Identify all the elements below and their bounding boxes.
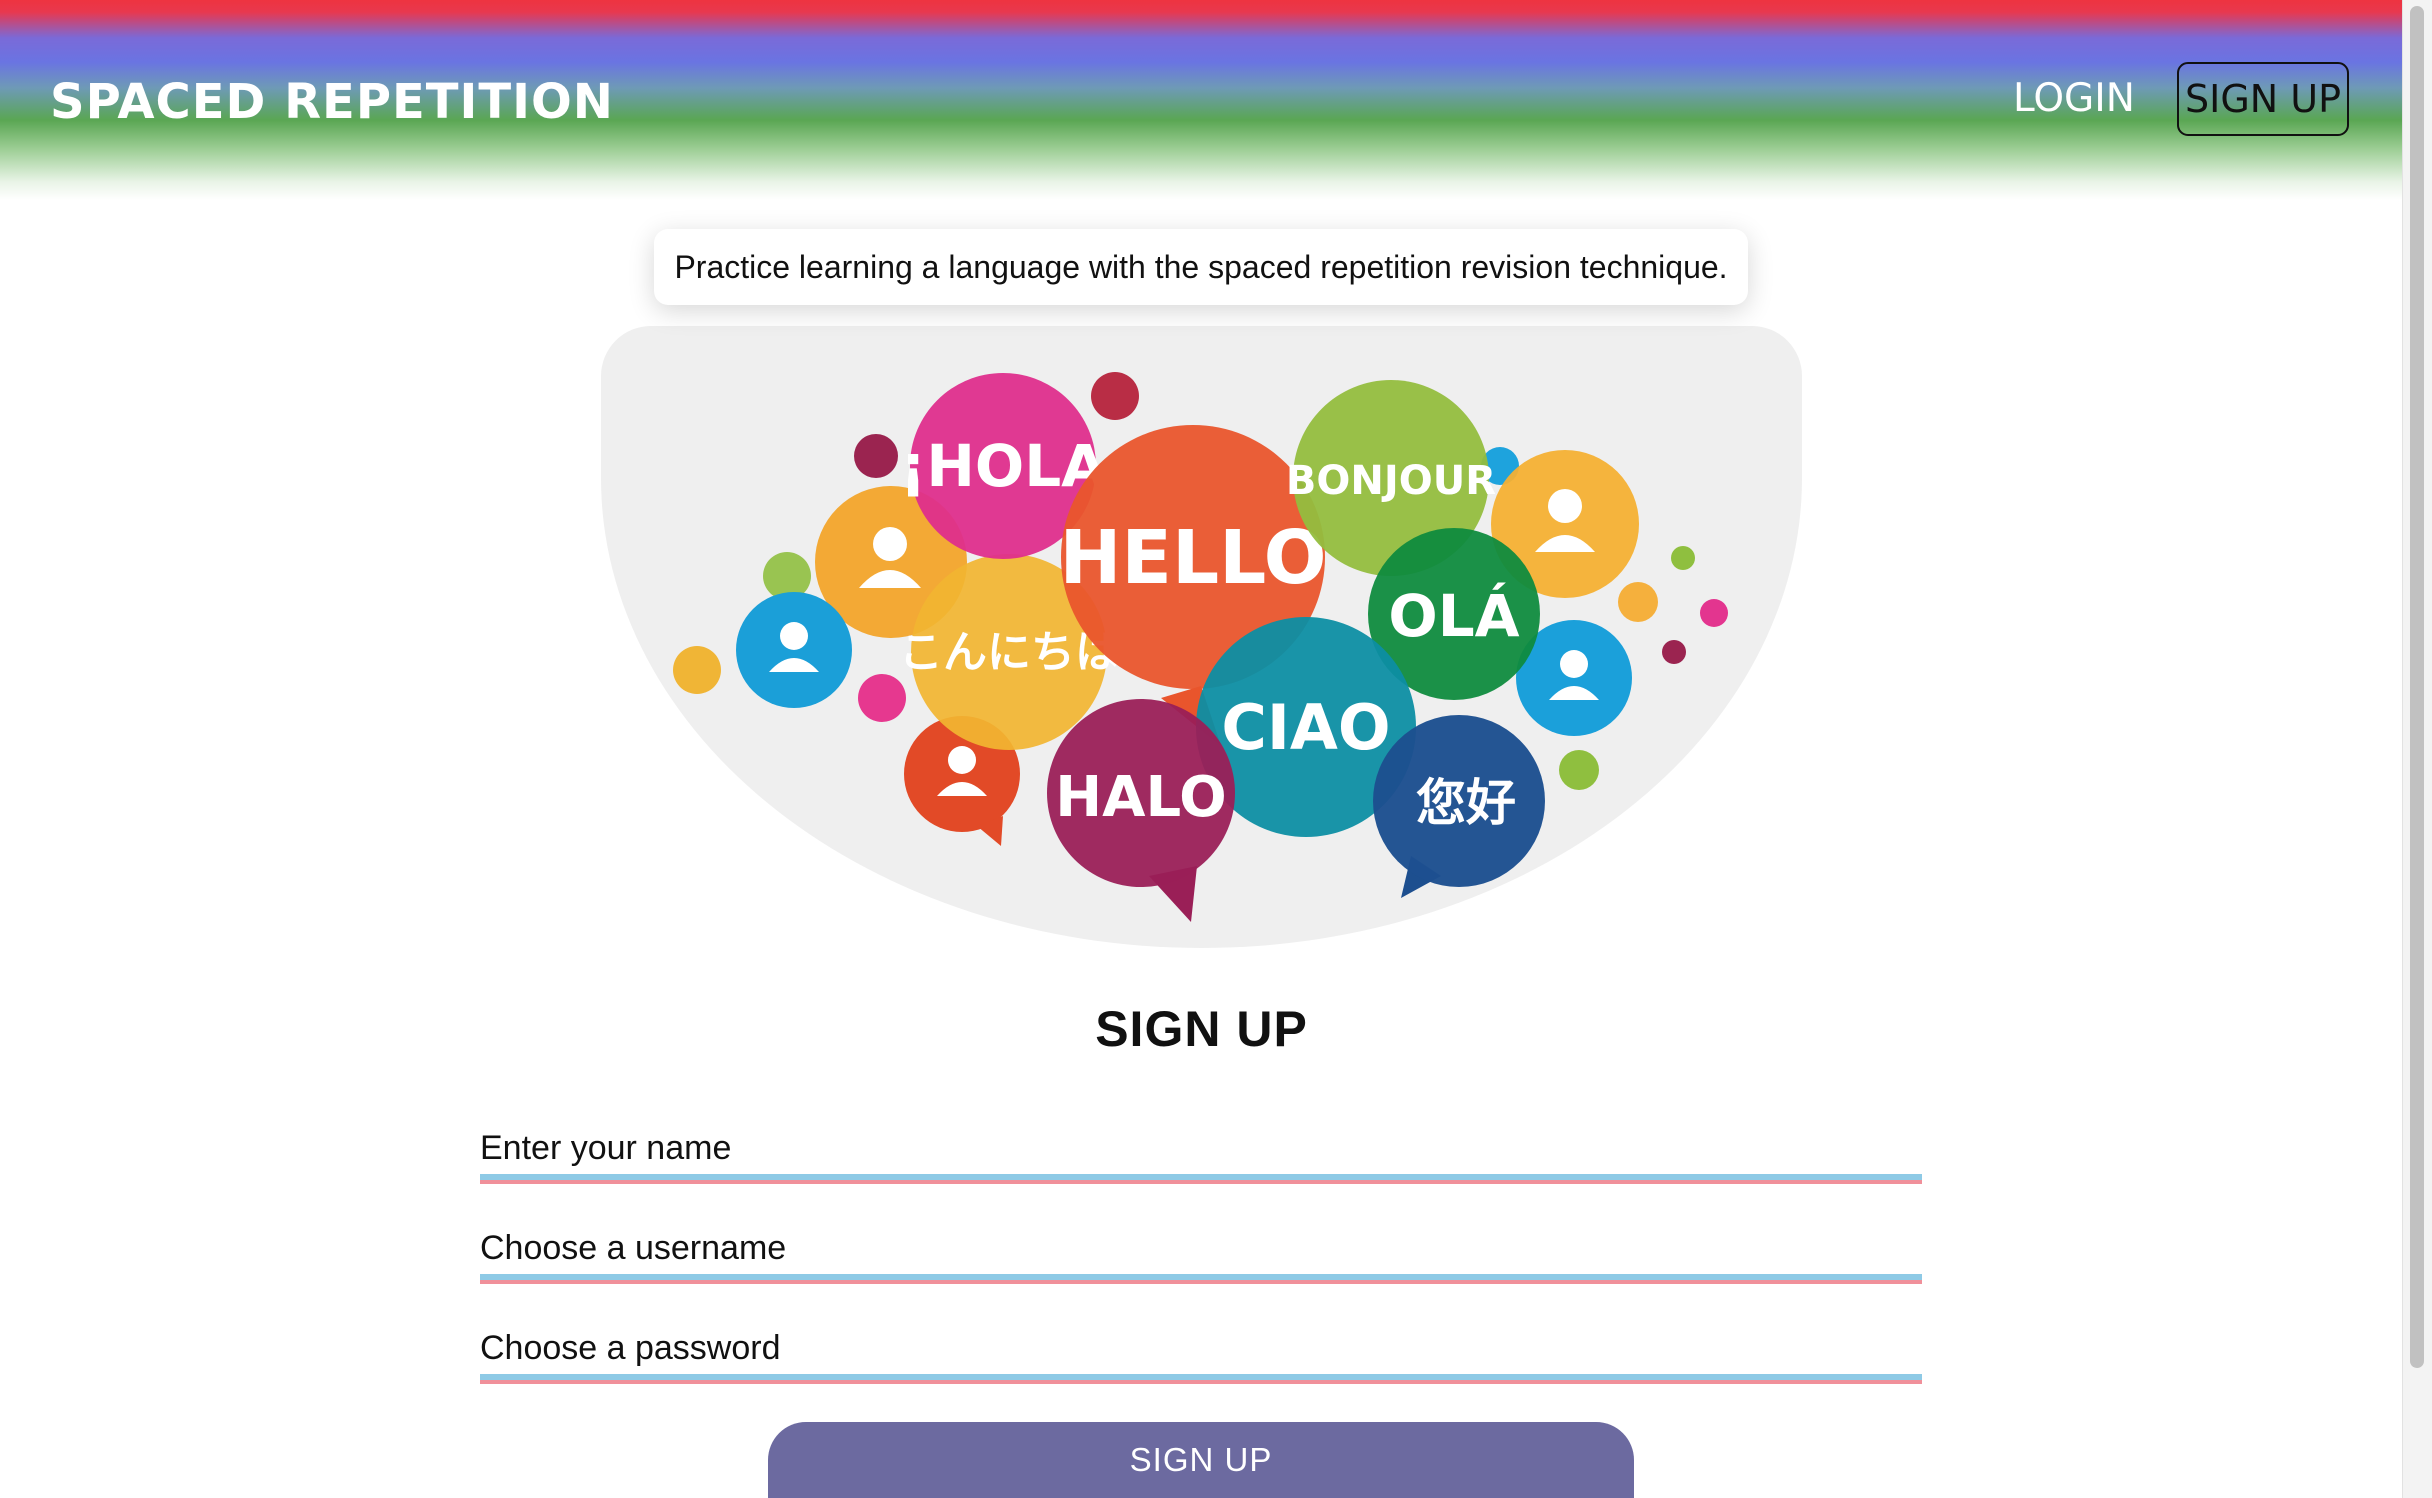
hero-image: こんにちは ¡HOLA HELLO BONJOUR OLÁ CIAO HALO <box>601 326 1802 948</box>
word-ola: OLÁ <box>1388 581 1519 650</box>
word-konnichiwa: こんにちは <box>899 627 1119 678</box>
bubble-ninhao: 您好 <box>1373 715 1545 898</box>
signup-submit-button[interactable]: SIGN UP <box>768 1422 1634 1498</box>
password-input[interactable] <box>480 1374 1922 1384</box>
name-field-label: Enter your name <box>480 1129 732 1167</box>
username-field: Choose a username <box>480 1228 1922 1284</box>
tagline-card: Practice learning a language with the sp… <box>654 229 1748 305</box>
brand-logo-text[interactable]: SPACED REPETITION <box>50 74 614 130</box>
word-hello: HELLO <box>1059 515 1326 601</box>
password-field: Choose a password <box>480 1328 1922 1384</box>
person-bubble-blue <box>736 592 852 708</box>
login-link[interactable]: LOGIN <box>2013 76 2135 121</box>
word-bonjour: BONJOUR <box>1286 458 1496 504</box>
name-field: Enter your name <box>480 1128 1922 1184</box>
password-field-label: Choose a password <box>480 1329 781 1367</box>
word-ciao: CIAO <box>1221 691 1390 764</box>
form-title: SIGN UP <box>1095 1001 1308 1057</box>
word-halo: HALO <box>1055 765 1227 830</box>
page-scrollbar[interactable] <box>2402 0 2432 1498</box>
username-field-label: Choose a username <box>480 1229 787 1267</box>
word-ninhao: 您好 <box>1416 774 1516 832</box>
bubble-halo: HALO <box>1047 699 1235 922</box>
language-bubbles-illustration: こんにちは ¡HOLA HELLO BONJOUR OLÁ CIAO HALO <box>673 372 1728 922</box>
username-input[interactable] <box>480 1274 1922 1284</box>
word-hola: ¡HOLA <box>900 432 1106 500</box>
scrollbar-thumb[interactable] <box>2410 6 2424 1368</box>
site-header: SPACED REPETITION LOGIN SIGN UP <box>0 0 2403 200</box>
signup-nav-button[interactable]: SIGN UP <box>2177 62 2349 136</box>
name-input[interactable] <box>480 1174 1922 1184</box>
